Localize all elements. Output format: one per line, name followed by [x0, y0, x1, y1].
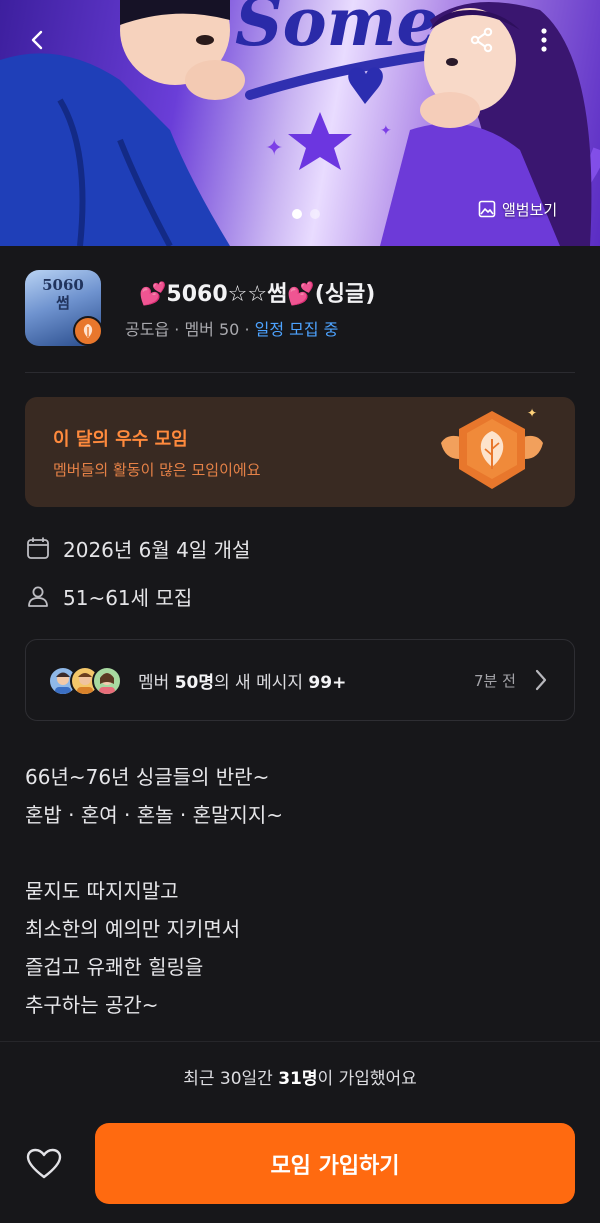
- chevron-right-icon: [535, 669, 547, 691]
- svg-text:✦: ✦: [380, 123, 392, 139]
- club-status: 일정 모집 중: [254, 320, 339, 339]
- recent-suffix: 이 가입했어요: [317, 1069, 417, 1089]
- new-messages-text: 멤버 50명의 새 메시지 99+: [138, 668, 346, 693]
- leaf-badge-icon: [83, 324, 93, 338]
- calendar-icon: [27, 537, 49, 559]
- club-thumb-text-bottom: 썸: [56, 294, 70, 312]
- share-button[interactable]: [462, 20, 502, 60]
- club-description: 66년~76년 싱글들의 반란~ 혼밥 · 혼여 · 혼놀 · 혼말지지~ 묻지…: [25, 765, 283, 1017]
- messages-time: 7분 전: [474, 672, 516, 690]
- meta-separator: ·: [244, 320, 250, 339]
- back-icon: [31, 30, 43, 50]
- club-location: 공도읍: [125, 320, 170, 339]
- heart-icon: [26, 1148, 62, 1179]
- new-messages-card[interactable]: 멤버 50명의 새 메시지 99+ 7분 전: [25, 639, 575, 721]
- divider: [25, 372, 575, 373]
- album-view-label: 앨범보기: [502, 200, 558, 219]
- club-name: 💕5060☆☆썸💕(싱글): [139, 282, 376, 307]
- carousel-dot-active: [292, 209, 302, 219]
- image-icon: [478, 200, 496, 218]
- divider: [0, 1041, 600, 1042]
- age-range-row: 51~61세 모집: [25, 581, 192, 611]
- medal-icon: ✦: [441, 406, 543, 489]
- club-level-badge: [73, 316, 103, 346]
- hero-logo-text: Some: [235, 0, 439, 61]
- recent-prefix: 최근 30일간: [183, 1069, 279, 1089]
- award-title: 이 달의 우수 모임: [53, 429, 188, 450]
- meta-separator: ·: [174, 320, 180, 339]
- carousel-indicator: [292, 209, 320, 219]
- avatar: [92, 666, 122, 696]
- more-options-button[interactable]: [524, 20, 564, 60]
- share-icon: [470, 27, 493, 53]
- join-club-button[interactable]: 모임 가입하기: [95, 1123, 575, 1204]
- more-icon: [541, 28, 547, 52]
- club-detail-sheet: 5060 썸 💕5060☆☆썸💕(싱글) 공도읍 · 멤버 50 · 일정 모집…: [0, 246, 600, 1223]
- award-subtitle: 멤버들의 활동이 많은 모임이에요: [53, 461, 261, 479]
- founded-date: 2026년 6월 4일 개설: [63, 537, 251, 562]
- album-view-button[interactable]: 앨범보기: [478, 194, 557, 224]
- svg-text:✦: ✦: [265, 136, 283, 161]
- founded-date-row: 2026년 6월 4일 개설: [25, 533, 250, 563]
- recent-count: 31명: [278, 1069, 318, 1089]
- club-thumb-text-top: 5060: [42, 276, 84, 294]
- svg-text:✦: ✦: [527, 406, 537, 420]
- hero-banner[interactable]: Some ✦ ✦ 앨범보기: [0, 0, 600, 246]
- club-meta: 공도읍 · 멤버 50 · 일정 모집 중: [125, 316, 338, 340]
- messages-member-count: 50명: [174, 673, 214, 693]
- messages-prefix: 멤버: [138, 673, 175, 693]
- recent-joins: 최근 30일간 31명이 가입했어요: [0, 1064, 600, 1089]
- messages-new-count: 99+: [308, 673, 347, 693]
- back-button[interactable]: [18, 20, 58, 60]
- like-button[interactable]: [22, 1142, 66, 1186]
- award-banner[interactable]: 이 달의 우수 모임 멤버들의 활동이 많은 모임이에요 ✦: [25, 397, 575, 507]
- age-range: 51~61세 모집: [63, 585, 193, 610]
- member-avatars: [48, 666, 128, 698]
- club-header: 5060 썸 💕5060☆☆썸💕(싱글) 공도읍 · 멤버 50 · 일정 모집…: [25, 270, 575, 350]
- carousel-dot: [310, 209, 320, 219]
- person-icon: [28, 586, 48, 607]
- club-member-count: 멤버 50: [184, 320, 240, 339]
- messages-middle: 의 새 메시지: [214, 673, 309, 693]
